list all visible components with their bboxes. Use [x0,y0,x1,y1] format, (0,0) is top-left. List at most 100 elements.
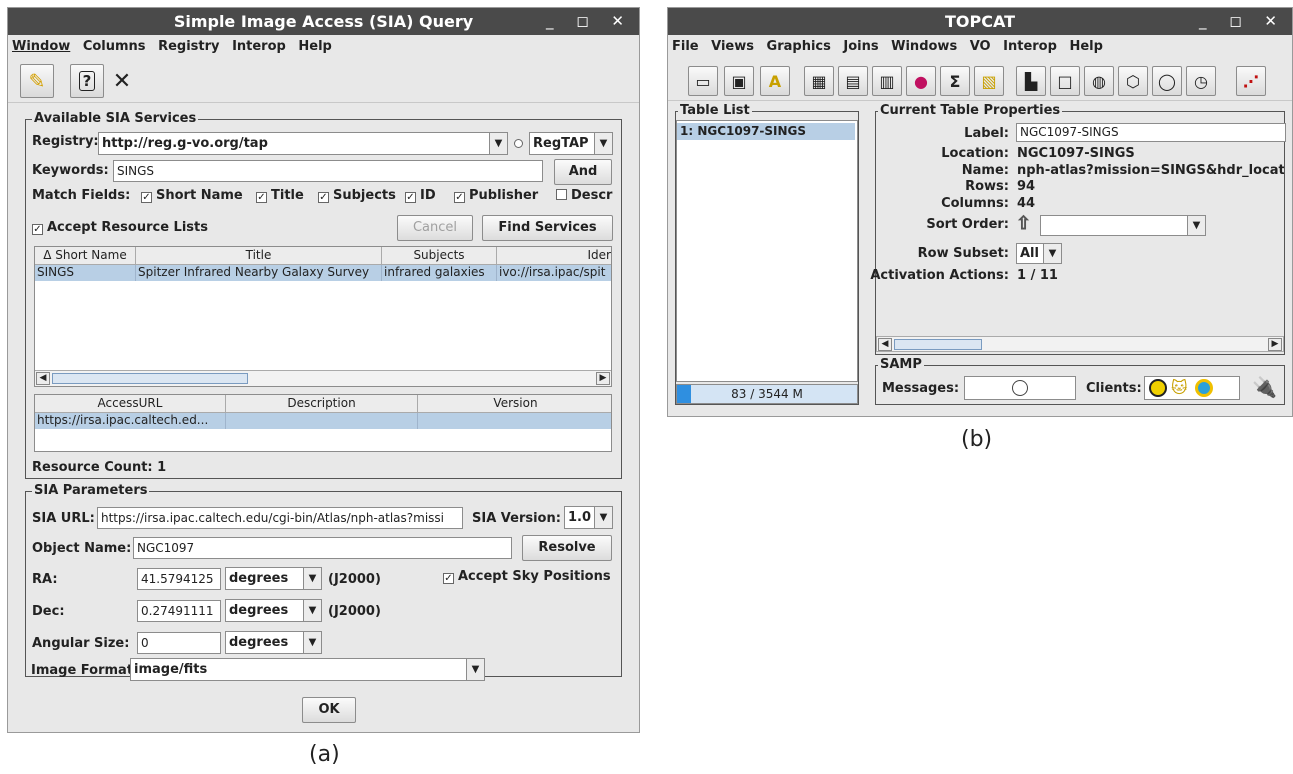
open-file-icon[interactable]: ▭ [688,66,718,96]
columns-icon[interactable]: ▤ [838,66,868,96]
menu-interop[interactable]: Interop [232,39,286,54]
broadcast-icon[interactable]: A [760,66,790,96]
list-item[interactable]: 1: NGC1097-SINGS [677,123,855,140]
column-header-identifier[interactable]: Ider [497,247,611,265]
chevron-down-icon[interactable]: ▼ [594,507,612,528]
menu-joins[interactable]: Joins [843,39,878,54]
column-header-accessurl[interactable]: AccessURL [35,395,226,413]
memory-bar[interactable]: 83 / 3544 M [676,384,858,404]
access-url-table[interactable]: AccessURL Description Version https://ir… [34,394,612,452]
menu-windows[interactable]: Windows [891,39,957,54]
find-services-button[interactable]: Find Services [482,215,613,241]
sia-url-input[interactable]: https://irsa.ipac.caltech.edu/cgi-bin/At… [97,507,463,529]
angular-size-unit-combo[interactable]: degrees ▼ [225,631,322,654]
protocol-radio-icon[interactable] [514,139,523,148]
menu-views[interactable]: Views [711,39,754,54]
activation-icon[interactable]: ▧ [974,66,1004,96]
column-header-description[interactable]: Description [226,395,418,413]
services-table[interactable]: Δ Short Name Title Subjects Ider SINGS S… [34,246,612,387]
cancel-button[interactable]: Cancel [397,215,473,241]
match-publisher-checkbox[interactable]: ✓ Publisher [454,188,538,203]
dec-unit-combo[interactable]: degrees ▼ [225,599,322,622]
menu-columns[interactable]: Columns [83,39,146,54]
samp-connect-plug-icon[interactable]: 🔌 [1252,375,1277,399]
dec-input[interactable]: 0.27491111 [137,600,221,622]
chevron-down-icon[interactable]: ▼ [303,568,321,589]
row-subset-combo[interactable]: All ▼ [1016,243,1062,264]
object-name-input[interactable]: NGC1097 [133,537,512,559]
accept-sky-positions-checkbox[interactable]: ✓ Accept Sky Positions [443,569,611,584]
ra-unit-combo[interactable]: degrees ▼ [225,567,322,590]
help-icon[interactable]: ? [70,64,104,98]
sia-window-controls[interactable]: _ ◻ ✕ [546,8,633,35]
cube-plot-icon[interactable]: ⬡ [1118,66,1148,96]
sort-direction-icon[interactable]: ⇧ [1015,213,1031,235]
match-short-name-checkbox[interactable]: ✓ Short Name [141,188,243,203]
accept-resource-lists-checkbox[interactable]: ✓ Accept Resource Lists [32,220,208,235]
menu-interop[interactable]: Interop [1003,39,1057,54]
save-icon[interactable]: ▣ [724,66,754,96]
menu-help[interactable]: Help [1069,39,1102,54]
services-horizontal-scrollbar[interactable]: ◀ ▶ [35,370,611,386]
sphere-plot-icon[interactable]: ◯ [1152,66,1182,96]
menu-help[interactable]: Help [298,39,331,54]
scroll-thumb[interactable] [894,339,982,350]
protocol-combo[interactable]: RegTAP ▼ [529,132,613,155]
subsets-icon[interactable]: ● [906,66,936,96]
sort-order-combo[interactable]: ▼ [1040,215,1206,236]
chevron-down-icon[interactable]: ▼ [1043,244,1061,263]
chevron-down-icon[interactable]: ▼ [303,632,321,653]
params-icon[interactable]: ▥ [872,66,902,96]
chevron-down-icon[interactable]: ▼ [594,133,612,154]
column-header-version[interactable]: Version [418,395,611,413]
close-icon[interactable]: ✕ [105,64,139,98]
scroll-right-icon[interactable]: ▶ [1268,338,1282,351]
topcat-title-bar[interactable]: TOPCAT _ ◻ ✕ [668,8,1292,35]
props-horizontal-scrollbar[interactable]: ◀ ▶ [876,336,1284,352]
menu-file[interactable]: File [672,39,699,54]
time-plot-icon[interactable]: ◷ [1186,66,1216,96]
match-subjects-checkbox[interactable]: ✓ Subjects [318,188,396,203]
sky-plot-icon[interactable]: ◍ [1084,66,1114,96]
resolve-button[interactable]: Resolve [522,535,612,561]
ok-button[interactable]: OK [302,697,356,723]
scroll-right-icon[interactable]: ▶ [596,372,610,385]
clients-indicator[interactable]: 🐱 [1144,376,1240,400]
image-format-combo[interactable]: image/fits ▼ [130,658,485,681]
chevron-down-icon[interactable]: ▼ [489,133,507,154]
label-input[interactable]: NGC1097-SINGS [1016,123,1286,142]
keywords-input[interactable]: SINGS [113,160,543,182]
chevron-down-icon[interactable]: ▼ [466,659,484,680]
pin-icon[interactable]: ✎ [20,64,54,98]
column-header-subjects[interactable]: Subjects [382,247,497,265]
statistics-icon[interactable]: Σ [940,66,970,96]
ra-input[interactable]: 41.5794125 [137,568,221,590]
topcat-window-controls[interactable]: _ ◻ ✕ [1199,8,1286,35]
plane-plot-icon[interactable]: □ [1050,66,1080,96]
table-view-icon[interactable]: ▦ [804,66,834,96]
column-header-short-name[interactable]: Δ Short Name [35,247,136,265]
match-title-checkbox[interactable]: ✓ Title [256,188,304,203]
scroll-left-icon[interactable]: ◀ [36,372,50,385]
histogram-icon[interactable]: ▙ [1016,66,1046,96]
column-header-title[interactable]: Title [136,247,382,265]
sia-title-bar[interactable]: Simple Image Access (SIA) Query _ ◻ ✕ [8,8,639,35]
crossmatch-icon[interactable]: ⋰ [1236,66,1266,96]
match-id-checkbox[interactable]: ✓ ID [405,188,436,203]
table-row[interactable]: https://irsa.ipac.caltech.ed... [35,413,611,429]
chevron-down-icon[interactable]: ▼ [303,600,321,621]
chevron-down-icon[interactable]: ▼ [1187,216,1205,235]
menu-registry[interactable]: Registry [158,39,219,54]
scroll-thumb[interactable] [52,373,248,384]
table-list-panel[interactable]: 1: NGC1097-SINGS [676,120,858,382]
scroll-left-icon[interactable]: ◀ [878,338,892,351]
table-row[interactable]: SINGS Spitzer Infrared Nearby Galaxy Sur… [35,265,611,281]
menu-graphics[interactable]: Graphics [767,39,831,54]
menu-vo[interactable]: VO [970,39,991,54]
menu-window[interactable]: Window [12,39,70,54]
and-button[interactable]: And [554,159,612,185]
registry-combo[interactable]: http://reg.g-vo.org/tap ▼ [98,132,508,155]
match-descr-checkbox[interactable]: Descr [556,188,612,203]
sia-version-combo[interactable]: 1.0 ▼ [564,506,613,529]
angular-size-input[interactable]: 0 [137,632,221,654]
